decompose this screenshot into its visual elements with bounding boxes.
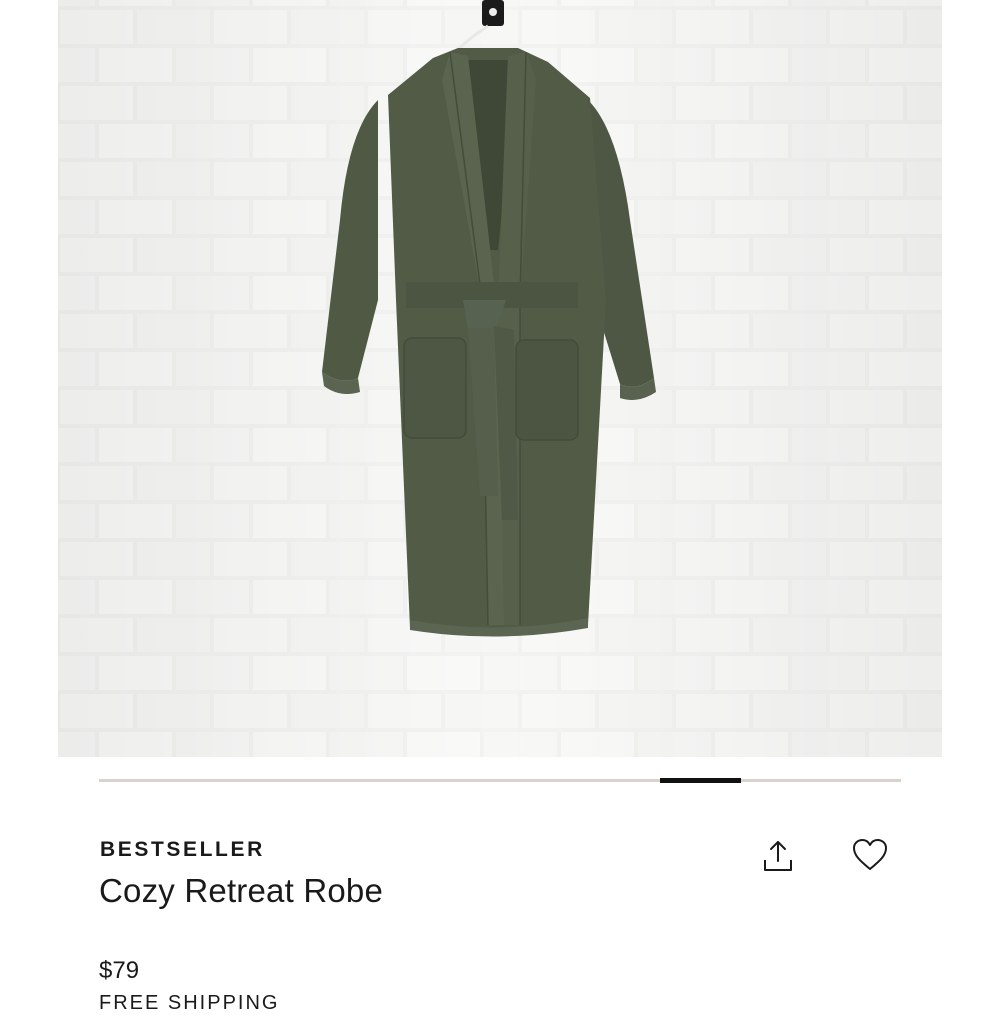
shipping-note: FREE SHIPPING (99, 992, 280, 1014)
product-image[interactable] (58, 0, 942, 757)
carousel-active-indicator (660, 778, 741, 783)
heart-icon (853, 839, 887, 870)
robe-photo (58, 0, 942, 757)
bestseller-badge: BESTSELLER (100, 838, 265, 861)
product-title: Cozy Retreat Robe (99, 872, 384, 909)
product-price: $79 (99, 957, 140, 984)
share-button[interactable] (754, 832, 802, 880)
favorite-button[interactable] (846, 831, 894, 879)
carousel-progress[interactable] (99, 778, 901, 783)
share-icon (764, 841, 792, 871)
